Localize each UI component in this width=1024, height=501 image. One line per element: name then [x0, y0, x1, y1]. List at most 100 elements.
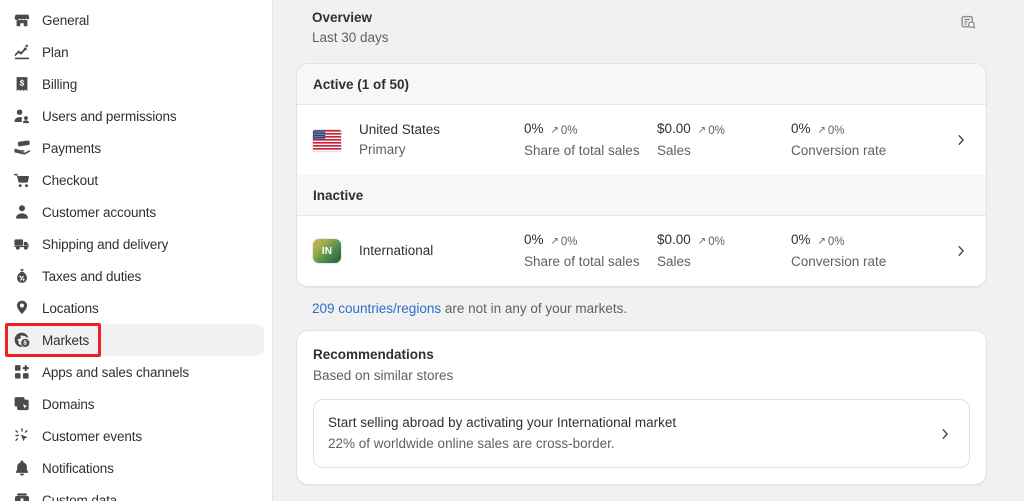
metric-value: $0.00: [657, 121, 691, 136]
chevron-right-icon[interactable]: [951, 241, 971, 261]
metric-value-row: 0% ↗ 0%: [524, 119, 657, 141]
inactive-markets-rows: IN International 0% ↗ 0% Share of total sales…: [297, 216, 986, 286]
market-subtitle: Primary: [359, 142, 406, 157]
metric-delta: ↗ 0%: [818, 121, 845, 141]
trend-up-arrow-icon: ↗: [550, 236, 559, 247]
inactive-markets-header: Inactive: [297, 175, 986, 216]
metric-delta: ↗ 0%: [551, 232, 578, 252]
countries-note-text: are not in any of your markets.: [441, 301, 628, 316]
sidebar-item-markets[interactable]: Markets: [6, 324, 264, 356]
recommendation-item-body: Start selling abroad by activating your …: [328, 413, 935, 454]
sidebar-item-label: Taxes and duties: [42, 268, 142, 284]
trend-up-arrow-icon: ↗: [550, 125, 559, 136]
markets-card: Active (1 of 50) United States Primary 0% ↗…: [296, 63, 987, 287]
metric-value-row: 0% ↗ 0%: [791, 230, 951, 252]
main-inner: Overview Last 30 days Active (1 of 50) U…: [296, 0, 987, 485]
users-icon: [13, 107, 31, 125]
recommendations-subtitle: Based on similar stores: [313, 368, 454, 383]
metric-value: 0%: [791, 121, 811, 136]
sidebar-item-label: Plan: [42, 44, 69, 60]
market-row[interactable]: United States Primary 0% ↗ 0% Share of total …: [297, 105, 986, 175]
market-name: United States: [359, 122, 441, 137]
trend-up-arrow-icon: ↗: [817, 236, 826, 247]
countries-not-in-markets-note: 209 countries/regions are not in any of …: [296, 287, 987, 330]
sidebar-item-notifications[interactable]: Notifications: [6, 452, 264, 484]
chevron-right-icon[interactable]: [951, 130, 971, 150]
sidebar-item-label: Customer events: [42, 428, 143, 444]
metric-value-row: $0.00 ↗ 0%: [657, 230, 791, 252]
sidebar-item-label: General: [42, 12, 90, 28]
metric-label: Sales: [657, 143, 691, 158]
recommendations-body: Recommendations Based on similar stores …: [297, 331, 986, 484]
overview-header: Overview Last 30 days: [296, 0, 987, 63]
metric-label: Share of total sales: [524, 254, 640, 269]
market-metric: 0% ↗ 0% Conversion rate: [791, 119, 951, 161]
truck-icon: [13, 235, 31, 253]
sidebar-item-label: Custom data: [42, 492, 118, 501]
page-title: Overview: [312, 10, 373, 25]
metric-delta: ↗ 0%: [698, 121, 725, 141]
settings-sidebar: General Plan Billing Users and permissions P…: [0, 0, 273, 501]
sidebar-item-general[interactable]: General: [6, 4, 264, 36]
sidebar-item-customer-accounts[interactable]: Customer accounts: [6, 196, 264, 228]
sidebar-item-label: Shipping and delivery: [42, 236, 169, 252]
sidebar-item-label: Users and permissions: [42, 108, 177, 124]
metric-delta-value: 0%: [827, 125, 845, 137]
sidebar-item-checkout[interactable]: Checkout: [6, 164, 264, 196]
sidebar-item-label: Markets: [42, 332, 90, 348]
sidebar-item-customer-events[interactable]: Customer events: [6, 420, 264, 452]
apps-grid-plus-icon: [13, 363, 31, 381]
countries-regions-link[interactable]: 209 countries/regions: [312, 301, 441, 316]
sidebar-item-users-and-permissions[interactable]: Users and permissions: [6, 100, 264, 132]
main-content: Overview Last 30 days Active (1 of 50) U…: [273, 0, 1024, 501]
market-metric: 0% ↗ 0% Share of total sales: [524, 119, 657, 161]
recommendation-item[interactable]: Start selling abroad by activating your …: [313, 399, 970, 468]
us-flag-icon: [313, 129, 341, 151]
sidebar-item-label: Apps and sales channels: [42, 364, 189, 380]
overview-heading-group: Overview Last 30 days: [312, 8, 389, 49]
metric-label: Conversion rate: [791, 143, 887, 158]
market-row[interactable]: IN International 0% ↗ 0% Share of total sales…: [297, 216, 986, 286]
metric-value: $0.00: [657, 232, 691, 247]
report-search-icon[interactable]: [955, 9, 981, 35]
market-name: International: [359, 243, 434, 258]
metric-delta: ↗ 0%: [818, 232, 845, 252]
trend-up-arrow-icon: ↗: [697, 236, 707, 247]
metric-label: Share of total sales: [524, 143, 640, 158]
market-metric: $0.00 ↗ 0% Sales: [657, 230, 791, 272]
cursor-sparkle-icon: [13, 427, 31, 445]
market-name-column: United States Primary: [359, 120, 524, 160]
trend-up-arrow-icon: ↗: [697, 125, 707, 136]
market-metric: 0% ↗ 0% Conversion rate: [791, 230, 951, 272]
sidebar-item-plan[interactable]: Plan: [6, 36, 264, 68]
sidebar-item-label: Customer accounts: [42, 204, 157, 220]
billing-receipt-icon: [13, 75, 31, 93]
sidebar-item-payments[interactable]: Payments: [6, 132, 264, 164]
chevron-right-icon[interactable]: [935, 424, 955, 444]
active-markets-header: Active (1 of 50): [297, 64, 986, 105]
sidebar-item-shipping-and-delivery[interactable]: Shipping and delivery: [6, 228, 264, 260]
sidebar-item-locations[interactable]: Locations: [6, 292, 264, 324]
metric-value-row: 0% ↗ 0%: [791, 119, 951, 141]
metric-delta: ↗ 0%: [698, 232, 725, 252]
metric-delta-value: 0%: [827, 236, 845, 248]
sidebar-item-apps-and-sales-channels[interactable]: Apps and sales channels: [6, 356, 264, 388]
recommendation-item-title: Start selling abroad by activating your …: [328, 415, 677, 430]
cart-icon: [13, 171, 31, 189]
active-markets-rows: United States Primary 0% ↗ 0% Share of total …: [297, 105, 986, 175]
sidebar-item-billing[interactable]: Billing: [6, 68, 264, 100]
sidebar-item-label: Payments: [42, 140, 101, 156]
chart-plan-icon: [13, 43, 31, 61]
international-badge-text: IN: [321, 245, 333, 257]
sidebar-item-label: Locations: [42, 300, 99, 316]
metric-label: Sales: [657, 254, 691, 269]
metric-delta-value: 0%: [560, 125, 578, 137]
metric-delta-value: 0%: [708, 125, 725, 137]
sidebar-nav-list: General Plan Billing Users and permissions P…: [6, 4, 264, 501]
metric-value-row: $0.00 ↗ 0%: [657, 119, 791, 141]
sidebar-item-domains[interactable]: Domains: [6, 388, 264, 420]
sidebar-item-taxes-and-duties[interactable]: Taxes and duties: [6, 260, 264, 292]
recommendation-item-list: Start selling abroad by activating your …: [313, 399, 970, 468]
sidebar-item-custom-data[interactable]: Custom data: [6, 484, 264, 501]
metric-delta-value: 0%: [708, 236, 725, 248]
